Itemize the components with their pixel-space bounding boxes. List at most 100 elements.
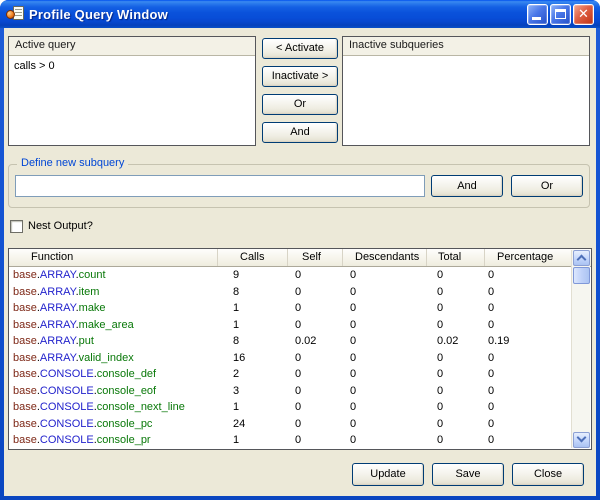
class-name: ARRAY [40, 302, 76, 314]
value-cell: 0 [343, 284, 427, 301]
maximize-icon [555, 9, 566, 19]
minimize-icon [532, 17, 541, 20]
value-cell: 0 [427, 284, 485, 301]
value-cell: 0 [288, 416, 343, 433]
function-cell: base.CONSOLE.console_def [9, 366, 218, 383]
active-query-item[interactable]: calls > 0 [14, 60, 250, 72]
value-cell: 1 [218, 317, 288, 334]
feature-name: make [79, 302, 106, 314]
column-header-descendants[interactable]: Descendants [343, 249, 427, 266]
minimize-button[interactable] [527, 4, 548, 25]
close-icon: ✕ [574, 5, 593, 24]
table-row[interactable]: base.CONSOLE.console_pr10000 [9, 432, 591, 449]
maximize-button[interactable] [550, 4, 571, 25]
app-icon [6, 6, 24, 22]
value-cell: 0 [288, 284, 343, 301]
value-cell: 8 [218, 284, 288, 301]
close-button[interactable]: ✕ [573, 4, 594, 25]
table-row[interactable]: base.CONSOLE.console_def20000 [9, 366, 591, 383]
column-header-self[interactable]: Self [288, 249, 343, 266]
table-row[interactable]: base.CONSOLE.console_eof30000 [9, 383, 591, 400]
close-dialog-button[interactable]: Close [512, 463, 584, 486]
value-cell: 0 [343, 267, 427, 284]
define-subquery-label: Define new subquery [17, 157, 128, 169]
table-row[interactable]: base.CONSOLE.console_pc240000 [9, 416, 591, 433]
titlebar[interactable]: Profile Query Window ✕ [0, 0, 600, 28]
orange-badge-icon [6, 10, 15, 19]
subquery-input[interactable] [15, 175, 425, 197]
value-cell: 0 [427, 432, 485, 449]
inactivate-button[interactable]: Inactivate > [262, 66, 338, 87]
table-body: base.ARRAY.count90000base.ARRAY.item8000… [9, 267, 591, 449]
function-cell: base.ARRAY.make_area [9, 317, 218, 334]
chevron-up-icon [577, 255, 587, 265]
value-cell: 0 [343, 383, 427, 400]
table-row[interactable]: base.CONSOLE.console_next_line10000 [9, 399, 591, 416]
subquery-and-button[interactable]: And [431, 175, 503, 197]
class-name: CONSOLE [40, 418, 94, 430]
column-header-calls[interactable]: Calls [218, 249, 288, 266]
cluster-name: base [13, 319, 37, 331]
feature-name: console_pr [97, 434, 151, 446]
table-row[interactable]: base.ARRAY.make_area10000 [9, 317, 591, 334]
class-name: ARRAY [40, 269, 76, 281]
value-cell: 0 [343, 366, 427, 383]
value-cell: 0 [427, 317, 485, 334]
function-cell: base.CONSOLE.console_next_line [9, 399, 218, 416]
value-cell: 0 [343, 350, 427, 367]
value-cell: 0 [343, 317, 427, 334]
value-cell: 1 [218, 300, 288, 317]
cluster-name: base [13, 434, 37, 446]
scrollbar-thumb[interactable] [573, 267, 590, 284]
activate-button[interactable]: < Activate [262, 38, 338, 59]
subquery-or-button[interactable]: Or [511, 175, 583, 197]
feature-name: item [79, 286, 100, 298]
update-button[interactable]: Update [352, 463, 424, 486]
active-query-list[interactable]: calls > 0 [9, 57, 255, 145]
or-button[interactable]: Or [262, 94, 338, 115]
nest-output-checkbox[interactable] [10, 220, 23, 233]
value-cell: 0 [427, 383, 485, 400]
cluster-name: base [13, 286, 37, 298]
value-cell: 8 [218, 333, 288, 350]
value-cell: 0 [288, 317, 343, 334]
table-row[interactable]: base.ARRAY.put80.0200.020.19 [9, 333, 591, 350]
value-cell: 2 [218, 366, 288, 383]
function-cell: base.ARRAY.count [9, 267, 218, 284]
cluster-name: base [13, 335, 37, 347]
feature-name: valid_index [79, 352, 134, 364]
value-cell: 0 [427, 267, 485, 284]
table-row[interactable]: base.ARRAY.make10000 [9, 300, 591, 317]
cluster-name: base [13, 401, 37, 413]
vertical-scrollbar[interactable] [571, 250, 590, 448]
value-cell: 1 [218, 399, 288, 416]
profile-query-window: Profile Query Window ✕ Active query call… [0, 0, 600, 500]
cluster-name: base [13, 418, 37, 430]
column-header-function[interactable]: Function [9, 249, 218, 266]
cluster-name: base [13, 269, 37, 281]
column-header-total[interactable]: Total [427, 249, 485, 266]
table-row[interactable]: base.ARRAY.item80000 [9, 284, 591, 301]
save-button[interactable]: Save [432, 463, 504, 486]
function-cell: base.ARRAY.item [9, 284, 218, 301]
table-row[interactable]: base.ARRAY.valid_index160000 [9, 350, 591, 367]
cluster-name: base [13, 352, 37, 364]
feature-name: console_pc [97, 418, 153, 430]
value-cell: 0 [288, 350, 343, 367]
function-cell: base.CONSOLE.console_pc [9, 416, 218, 433]
inactive-subqueries-panel: Inactive subqueries [342, 36, 590, 146]
function-cell: base.CONSOLE.console_pr [9, 432, 218, 449]
value-cell: 0 [427, 416, 485, 433]
window-controls: ✕ [527, 4, 594, 25]
scroll-up-button[interactable] [573, 250, 590, 266]
inactive-subqueries-list[interactable] [343, 57, 589, 145]
value-cell: 16 [218, 350, 288, 367]
function-table: FunctionCallsSelfDescendantsTotalPercent… [8, 248, 592, 450]
value-cell: 0 [343, 416, 427, 433]
class-name: CONSOLE [40, 401, 94, 413]
scroll-down-button[interactable] [573, 432, 590, 448]
feature-name: make_area [79, 319, 134, 331]
and-button[interactable]: And [262, 122, 338, 143]
table-row[interactable]: base.ARRAY.count90000 [9, 267, 591, 284]
value-cell: 0 [288, 267, 343, 284]
